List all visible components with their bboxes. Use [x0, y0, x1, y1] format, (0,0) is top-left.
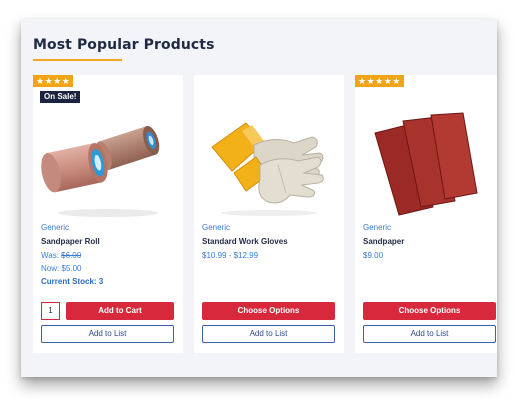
product-card: ★★★★ On Sale! Generic Sandpaper Roll Was… [33, 75, 183, 353]
product-name[interactable]: Sandpaper [363, 237, 404, 246]
product-name[interactable]: Standard Work Gloves [202, 237, 288, 246]
quantity-input[interactable]: 1 [41, 302, 60, 320]
popular-products-section: Most Popular Products ★★★★ On Sale! Gene… [21, 19, 497, 377]
rating-stars: ★★★★ [33, 75, 74, 87]
choose-options-button[interactable]: Choose Options [202, 302, 335, 320]
work-gloves-image[interactable] [194, 95, 344, 225]
price-range: $10.99 - $12.99 [202, 251, 259, 260]
add-to-cart-button[interactable]: Add to Cart [66, 302, 174, 320]
product-name[interactable]: Sandpaper Roll [41, 237, 100, 246]
choose-options-button[interactable]: Choose Options [363, 302, 496, 320]
add-to-list-button[interactable]: Add to List [363, 325, 496, 343]
section-title: Most Popular Products [33, 37, 215, 53]
add-to-list-button[interactable]: Add to List [202, 325, 335, 343]
now-label: Now: [41, 264, 60, 273]
sale-price: $5.00 [61, 264, 82, 273]
product-brand[interactable]: Generic [363, 223, 391, 232]
add-to-list-button[interactable]: Add to List [41, 325, 174, 343]
product-card: Generic Standard Work Gloves $10.99 - $1… [194, 75, 344, 353]
product-brand[interactable]: Generic [202, 223, 230, 232]
stock-status: Current Stock: 3 [41, 277, 104, 286]
now-price: Now: $5.00 [41, 264, 82, 273]
original-price: $6.00 [61, 251, 82, 260]
rating-stars: ★★★★★ [355, 75, 404, 87]
was-price: Was: $6.00 [41, 251, 81, 260]
sandpaper-sheets-image[interactable] [355, 95, 497, 225]
product-price: $9.00 [363, 251, 384, 260]
product-card: ★★★★★ Generic Sandpaper $9.00 Choose Opt… [355, 75, 497, 353]
title-underline [33, 59, 122, 61]
was-label: Was: [41, 251, 59, 260]
product-brand[interactable]: Generic [41, 223, 69, 232]
sandpaper-roll-image[interactable] [33, 95, 183, 225]
